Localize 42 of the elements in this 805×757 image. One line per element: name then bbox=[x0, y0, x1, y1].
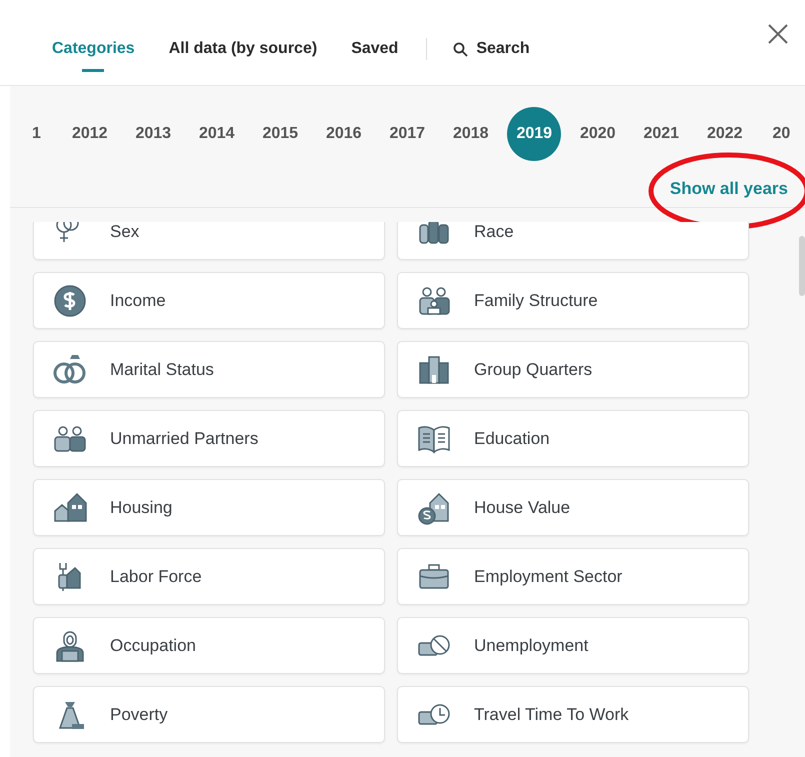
search-button[interactable]: Search bbox=[453, 40, 530, 58]
year-option[interactable]: 2017 bbox=[376, 107, 439, 161]
year-option[interactable]: 20 bbox=[756, 107, 790, 161]
category-card[interactable]: Labor Force bbox=[33, 548, 385, 605]
year-option[interactable]: 2019 bbox=[507, 107, 562, 161]
category-card[interactable]: Education bbox=[397, 410, 749, 467]
show-all-years-link[interactable]: Show all years bbox=[670, 178, 788, 198]
year-option[interactable]: 2016 bbox=[312, 107, 376, 161]
category-card[interactable]: Travel Time To Work bbox=[397, 686, 749, 743]
scrollbar-thumb[interactable] bbox=[799, 236, 805, 296]
category-card[interactable]: Sex bbox=[33, 222, 385, 260]
category-card[interactable]: Unemployment bbox=[397, 617, 749, 674]
category-tab[interactable]: Categories bbox=[52, 40, 135, 72]
category-card[interactable]: Employment Sector bbox=[397, 548, 749, 605]
dollar-coin-icon bbox=[52, 284, 88, 318]
category-tab[interactable]: All data (by source) bbox=[168, 40, 318, 72]
search-icon bbox=[453, 42, 468, 56]
year-option[interactable]: 2022 bbox=[693, 107, 756, 161]
rings-icon bbox=[52, 352, 88, 386]
houses-icon bbox=[52, 490, 88, 524]
search-label: Search bbox=[476, 40, 530, 58]
category-card[interactable]: Marital Status bbox=[33, 341, 385, 398]
year-option[interactable]: 2015 bbox=[248, 107, 312, 161]
category-card[interactable]: Occupation bbox=[33, 617, 385, 674]
year-option[interactable]: 2020 bbox=[566, 107, 630, 161]
year-option[interactable]: 2012 bbox=[58, 107, 122, 161]
year-option[interactable]: 1 bbox=[10, 107, 58, 161]
house-dollar-icon bbox=[416, 490, 452, 524]
category-card[interactable]: Income bbox=[33, 272, 385, 329]
category-card[interactable]: Poverty bbox=[33, 686, 385, 743]
category-tab[interactable]: Saved bbox=[351, 40, 398, 72]
category-card[interactable]: Unmarried Partners bbox=[33, 410, 385, 467]
category-card[interactable]: Housing bbox=[33, 479, 385, 536]
year-option[interactable]: 2014 bbox=[185, 107, 248, 161]
category-card[interactable]: House Value bbox=[397, 479, 749, 536]
category-card[interactable]: Family Structure bbox=[397, 272, 749, 329]
year-option[interactable]: 2021 bbox=[630, 107, 693, 161]
category-card[interactable]: Group Quarters bbox=[397, 341, 749, 398]
year-option[interactable]: 2018 bbox=[439, 107, 502, 161]
category-card[interactable]: Race bbox=[397, 222, 749, 260]
year-option[interactable]: 2013 bbox=[122, 107, 185, 161]
close-icon[interactable] bbox=[768, 24, 788, 44]
